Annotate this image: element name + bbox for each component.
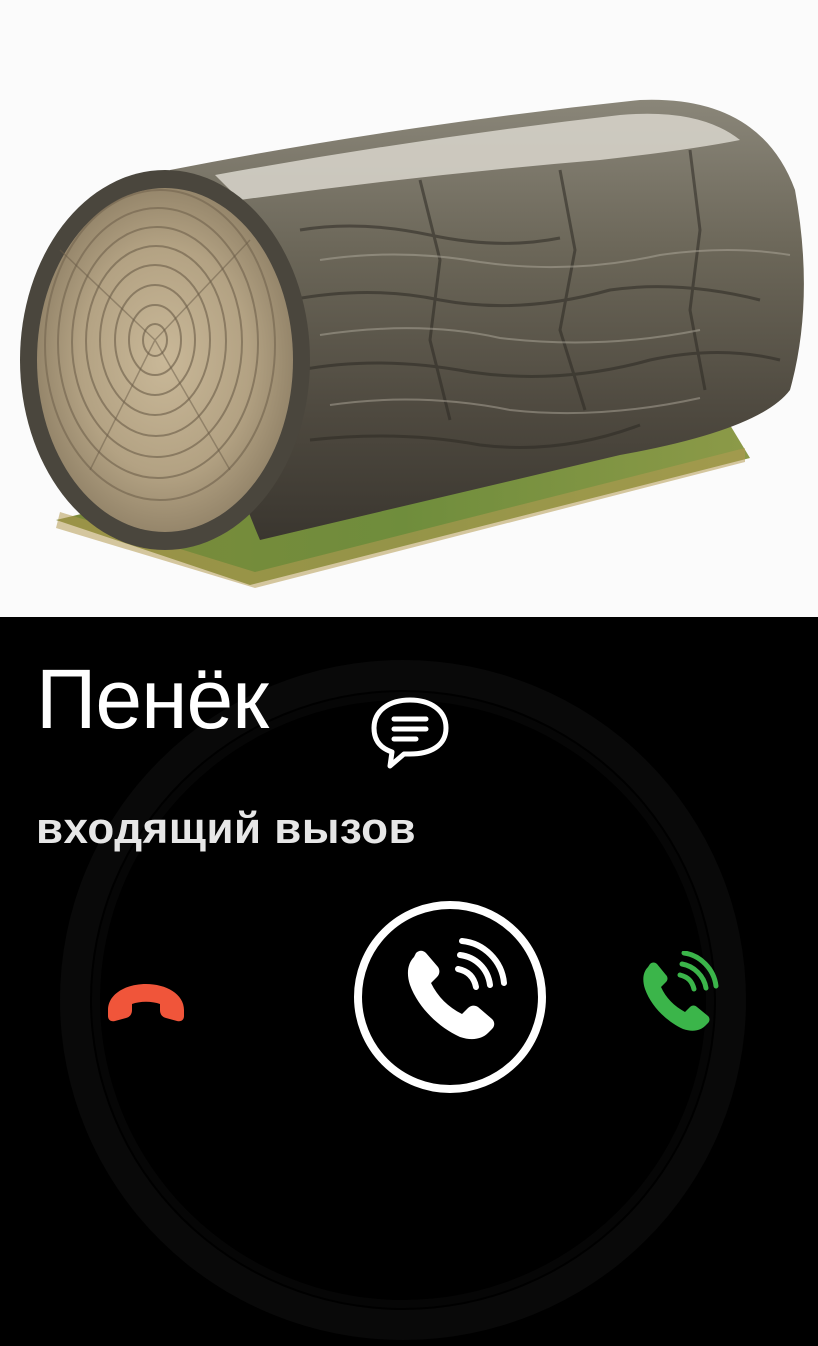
message-bubble-icon — [371, 697, 449, 769]
phone-ringing-icon — [643, 950, 719, 1031]
call-status: входящий вызов — [36, 804, 417, 853]
decline-hint[interactable] — [100, 972, 192, 1028]
caller-photo — [0, 0, 818, 617]
incoming-call-screen: Пенёк входящий вызов — [0, 0, 818, 1346]
call-panel: Пенёк входящий вызов — [0, 617, 818, 1346]
message-button[interactable] — [368, 694, 452, 770]
answer-slider[interactable] — [352, 899, 548, 1095]
phone-ringing-icon — [407, 938, 507, 1040]
caller-name: Пенёк — [36, 652, 269, 746]
accept-hint[interactable] — [634, 950, 720, 1035]
answer-button — [354, 901, 546, 1093]
phone-hangup-icon — [108, 984, 184, 1022]
log-planter-image — [0, 0, 818, 617]
